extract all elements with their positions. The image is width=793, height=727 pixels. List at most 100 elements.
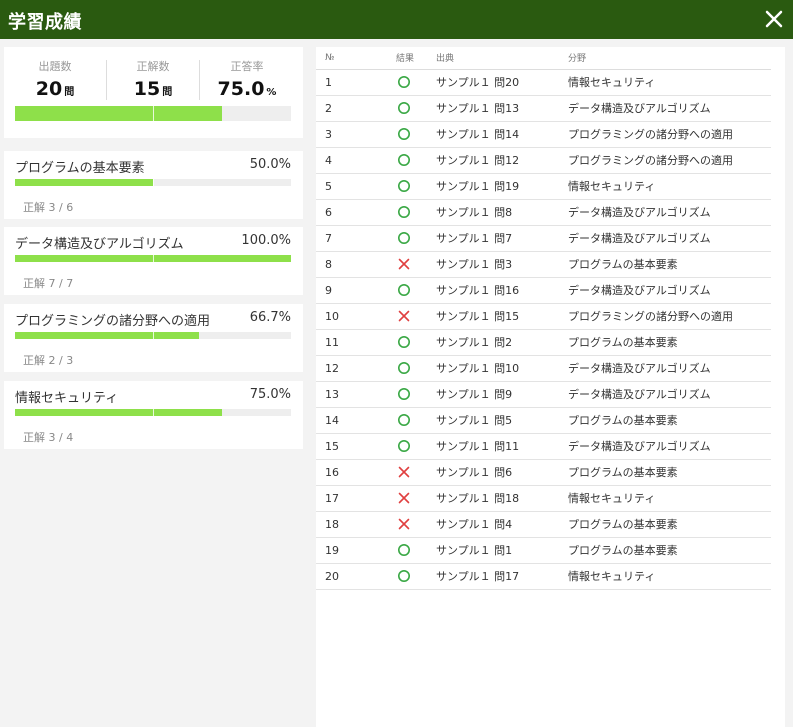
cell-source: サンプル１ 問20 xyxy=(436,69,568,96)
progress-midline xyxy=(153,409,154,416)
table-row[interactable]: 16 サンプル１ 問6 プログラムの基本要素 xyxy=(316,459,771,486)
cell-result xyxy=(356,303,436,330)
table-row[interactable]: 1 サンプル１ 問20 情報セキュリティ xyxy=(316,69,771,96)
table-header-row: № 結果 出典 分野 xyxy=(316,47,771,70)
cell-no: 4 xyxy=(316,147,356,174)
cell-no: 10 xyxy=(316,303,356,330)
table-row[interactable]: 4 サンプル１ 問12 プログラミングの諸分野への適用 xyxy=(316,147,771,174)
table-row[interactable]: 9 サンプル１ 問16 データ構造及びアルゴリズム xyxy=(316,277,771,304)
cell-result xyxy=(356,121,436,148)
cell-result xyxy=(356,95,436,122)
progress-fill xyxy=(15,106,222,121)
table-row[interactable]: 11 サンプル１ 問2 プログラムの基本要素 xyxy=(316,329,771,356)
cell-source: サンプル１ 問4 xyxy=(436,511,568,538)
cell-result xyxy=(356,355,436,382)
table-row[interactable]: 3 サンプル１ 問14 プログラミングの諸分野への適用 xyxy=(316,121,771,148)
cell-result xyxy=(356,537,436,564)
progress-midline xyxy=(153,179,154,186)
table-row[interactable]: 15 サンプル１ 問11 データ構造及びアルゴリズム xyxy=(316,433,771,460)
cell-no: 15 xyxy=(316,433,356,460)
cell-source: サンプル１ 問14 xyxy=(436,121,568,148)
table-row[interactable]: 20 サンプル１ 問17 情報セキュリティ xyxy=(316,563,771,590)
category-count: 正解 2 / 3 xyxy=(23,354,74,367)
category-card: プログラムの基本要素 50.0% 正解 3 / 6 xyxy=(4,151,303,219)
cell-source: サンプル１ 問13 xyxy=(436,95,568,122)
cell-source: サンプル１ 問16 xyxy=(436,277,568,304)
table-row[interactable]: 18 サンプル１ 問4 プログラムの基本要素 xyxy=(316,511,771,538)
circle-icon xyxy=(397,179,413,193)
cell-result xyxy=(356,199,436,226)
category-progress-bar xyxy=(15,255,291,262)
cell-field: 情報セキュリティ xyxy=(568,485,771,512)
table-row[interactable]: 6 サンプル１ 問8 データ構造及びアルゴリズム xyxy=(316,199,771,226)
category-name: プログラミングの諸分野への適用 xyxy=(15,314,211,329)
circle-icon xyxy=(397,569,413,583)
cell-source: サンプル１ 問12 xyxy=(436,147,568,174)
circle-icon xyxy=(397,335,413,349)
table-row[interactable]: 7 サンプル１ 問7 データ構造及びアルゴリズム xyxy=(316,225,771,252)
cell-no: 3 xyxy=(316,121,356,148)
cell-field: プログラミングの諸分野への適用 xyxy=(568,303,771,330)
stat-unit: % xyxy=(266,87,277,98)
circle-icon xyxy=(397,283,413,297)
table-row[interactable]: 13 サンプル１ 問9 データ構造及びアルゴリズム xyxy=(316,381,771,408)
cell-source: サンプル１ 問9 xyxy=(436,381,568,408)
cell-source: サンプル１ 問11 xyxy=(436,433,568,460)
cell-result xyxy=(356,407,436,434)
progress-midline xyxy=(153,255,154,262)
cell-result xyxy=(356,329,436,356)
progress-fill xyxy=(15,179,153,186)
category-count: 正解 3 / 6 xyxy=(23,201,74,214)
cell-source: サンプル１ 問1 xyxy=(436,537,568,564)
cell-result xyxy=(356,251,436,278)
circle-icon xyxy=(397,153,413,167)
stat-label: 出題数 xyxy=(38,60,72,73)
close-icon[interactable] xyxy=(761,6,787,32)
table-row[interactable]: 19 サンプル１ 問1 プログラムの基本要素 xyxy=(316,537,771,564)
table-row[interactable]: 5 サンプル１ 問19 情報セキュリティ xyxy=(316,173,771,200)
cell-field: プログラムの基本要素 xyxy=(568,459,771,486)
cell-source: サンプル１ 問5 xyxy=(436,407,568,434)
cell-source: サンプル１ 問2 xyxy=(436,329,568,356)
cell-source: サンプル１ 問15 xyxy=(436,303,568,330)
progress-fill xyxy=(15,332,200,339)
table-row[interactable]: 12 サンプル１ 問10 データ構造及びアルゴリズム xyxy=(316,355,771,382)
results-table: № 結果 出典 分野 1 サンプル１ 問20 情報セキュリティ 2 サンプル１ 問13 デ… xyxy=(316,47,771,590)
cell-no: 5 xyxy=(316,173,356,200)
table-row[interactable]: 17 サンプル１ 問18 情報セキュリティ xyxy=(316,485,771,512)
cell-source: サンプル１ 問8 xyxy=(436,199,568,226)
cell-field: データ構造及びアルゴリズム xyxy=(568,199,771,226)
table-row[interactable]: 14 サンプル１ 問5 プログラムの基本要素 xyxy=(316,407,771,434)
cell-field: 情報セキュリティ xyxy=(568,563,771,590)
cross-icon xyxy=(397,517,413,531)
category-card: プログラミングの諸分野への適用 66.7% 正解 2 / 3 xyxy=(4,304,303,372)
cell-no: 14 xyxy=(316,407,356,434)
table-row[interactable]: 2 サンプル１ 問13 データ構造及びアルゴリズム xyxy=(316,95,771,122)
cell-no: 18 xyxy=(316,511,356,538)
category-progress-bar xyxy=(15,332,291,339)
cell-no: 2 xyxy=(316,95,356,122)
table-row[interactable]: 10 サンプル１ 問15 プログラミングの諸分野への適用 xyxy=(316,303,771,330)
circle-icon xyxy=(397,439,413,453)
cell-source: サンプル１ 問10 xyxy=(436,355,568,382)
stat-unit: 問 xyxy=(64,87,75,98)
header-result: 結果 xyxy=(356,47,436,70)
cell-result xyxy=(356,511,436,538)
cell-result xyxy=(356,563,436,590)
circle-icon xyxy=(397,543,413,557)
category-card: 情報セキュリティ 75.0% 正解 3 / 4 xyxy=(4,381,303,449)
progress-midline xyxy=(153,106,154,121)
cell-field: データ構造及びアルゴリズム xyxy=(568,277,771,304)
cell-no: 9 xyxy=(316,277,356,304)
table-row[interactable]: 8 サンプル１ 問3 プログラムの基本要素 xyxy=(316,251,771,278)
circle-icon xyxy=(397,205,413,219)
cell-source: サンプル１ 問7 xyxy=(436,225,568,252)
cell-no: 19 xyxy=(316,537,356,564)
cell-field: プログラムの基本要素 xyxy=(568,407,771,434)
cell-result xyxy=(356,277,436,304)
cell-result xyxy=(356,225,436,252)
cell-result xyxy=(356,433,436,460)
cell-field: プログラムの基本要素 xyxy=(568,251,771,278)
cell-no: 1 xyxy=(316,69,356,96)
cell-source: サンプル１ 問17 xyxy=(436,563,568,590)
